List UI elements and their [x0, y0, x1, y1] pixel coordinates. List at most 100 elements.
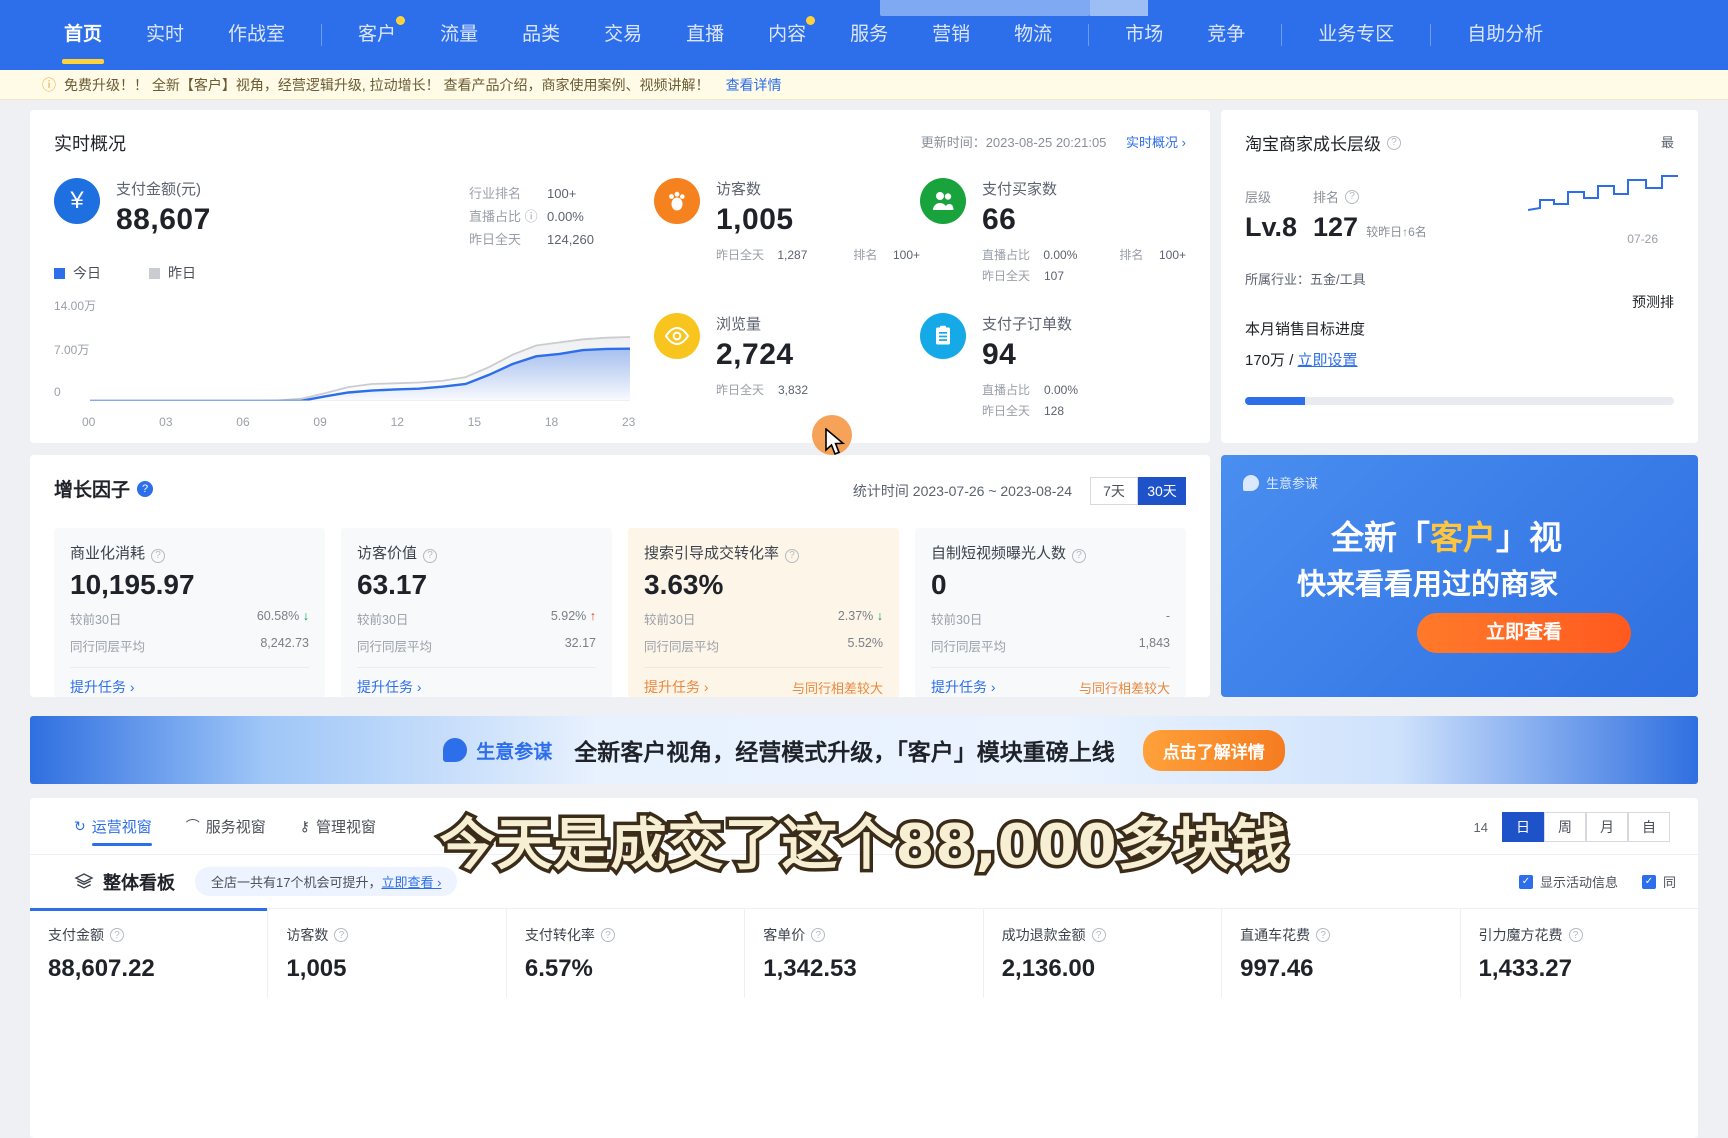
board-checkboxes: ✓ 显示活动信息 ✓ 同 [1495, 872, 1676, 891]
chart-svg [90, 336, 630, 401]
bottom-metric-value: 6.57% [524, 955, 593, 982]
time-segment-group[interactable]: 日周月自 [1502, 812, 1670, 842]
growth-range-segments[interactable]: 7天 30天 [1090, 477, 1186, 505]
question-icon[interactable]: ? [1568, 928, 1583, 942]
nav-item-6[interactable]: 品类 [500, 0, 582, 70]
time-segment-自[interactable]: 自 [1628, 812, 1670, 842]
nav-item-1[interactable]: 实时 [124, 0, 206, 70]
growth-task-link[interactable]: 提升任务 › [357, 677, 422, 697]
realtime-body: ¥ 支付金额(元) 88,607 行业排名 100+ 直播占比 ⓘ 0.00% 昨日全天… [54, 178, 1186, 448]
metric-value: 1,005 [716, 203, 794, 236]
nav-item-12[interactable]: 物流 [992, 0, 1074, 70]
growth-peer-label: 同行同层平均 [931, 640, 1007, 654]
question-icon[interactable]: ? [1072, 548, 1087, 563]
payment-stat-row: 行业排名 100+ [469, 182, 594, 205]
metric-sub-key: 昨日全天 [982, 269, 1031, 283]
metric-sub-key: 昨日全天 [716, 248, 765, 262]
bottom-metric-支付金额[interactable]: 支付金额? 88,607.22 [30, 908, 269, 998]
metric-quad: 访客数 1,005 昨日全天 1,287 排名 100+ 支付买家数 66 直播占比 0.00% 排… [654, 178, 1186, 448]
growth-segment-7天[interactable]: 7天 [1090, 477, 1138, 505]
wide-banner-button[interactable]: 点击了解详情 [1142, 729, 1285, 771]
nav-item-7[interactable]: 交易 [582, 0, 664, 70]
time-range-controls: 14 日周月自 [1474, 812, 1670, 842]
view-tab-服务视窗[interactable]: ⌒ 服务视窗 [186, 798, 266, 854]
question-icon[interactable]: ? [1316, 928, 1331, 942]
view-tab-运营视窗[interactable]: ↻ 运营视窗 [74, 798, 152, 854]
growth-task-link[interactable]: 提升任务 › [644, 677, 709, 697]
bottom-metric-客单价[interactable]: 客单价? 1,342.53 [745, 909, 984, 998]
notice-text: 免费升级！！ 全新【客户】视角，经营逻辑升级, 拉动增长！ 查看产品介绍，商家使… [64, 76, 710, 93]
time-segment-周[interactable]: 周 [1544, 812, 1586, 842]
question-icon[interactable]: ? [137, 480, 154, 497]
board-pill-link[interactable]: 立即查看 › [381, 875, 441, 890]
growth-peer-value: 8,242.73 [260, 636, 309, 650]
nav-item-11[interactable]: 营销 [910, 0, 992, 70]
nav-item-0[interactable]: 首页 [42, 0, 124, 70]
nav-item-8[interactable]: 直播 [664, 0, 746, 70]
x-tick-label: 23 [622, 415, 636, 429]
question-icon[interactable]: ? [334, 928, 349, 942]
question-icon[interactable]: ? [785, 548, 800, 563]
checkbox-icon[interactable]: ✓ [1518, 874, 1533, 889]
legend-today: 今日 [54, 263, 101, 283]
nav-item-15[interactable]: 竞争 [1185, 0, 1267, 70]
nav-item-9[interactable]: 内容 [746, 0, 828, 70]
growth-card-tag: 与同行相差较大 [791, 680, 883, 696]
checkbox-显示活动信息[interactable]: ✓ 显示活动信息 [1518, 872, 1618, 891]
level-goal-title: 本月销售目标进度 [1245, 321, 1366, 338]
level-goal-link[interactable]: 立即设置 [1298, 352, 1358, 369]
wide-promo-banner[interactable]: 生意参谋 全新客户视角，经营模式升级，「客户」模块重磅上线 点击了解详情 [30, 716, 1698, 784]
growth-peer-value: 5.52% [847, 636, 883, 650]
bottom-metric-访客数[interactable]: 访客数? 1,005 [268, 909, 507, 998]
promo-button[interactable]: 立即查看 [1417, 613, 1631, 653]
growth-compare-row: 较前30日 2.37% ↓ [644, 609, 883, 628]
question-icon[interactable]: ? [1345, 189, 1360, 204]
pen-icon [443, 738, 468, 762]
nav-item-19[interactable]: 自助分析 [1445, 0, 1565, 70]
question-icon[interactable]: ? [151, 548, 166, 563]
question-icon[interactable]: ? [600, 928, 615, 942]
nav-item-10[interactable]: 服务 [828, 0, 910, 70]
growth-segment-30天[interactable]: 30天 [1138, 477, 1186, 505]
growth-card-list: 商业化消耗? 10,195.97 较前30日 60.58% ↓ 同行同层平均 8,242.… [54, 528, 1186, 697]
realtime-meta: 更新时间：2023-08-25 20:21:05 实时概况 › [921, 132, 1186, 151]
notice-link[interactable]: 查看详情 [726, 75, 782, 95]
nav-item-5[interactable]: 流量 [418, 0, 500, 70]
metric-sub: 直播占比 0.00% 排名 100+ 昨日全天 107 [982, 245, 1186, 287]
checkbox-icon[interactable]: ✓ [1641, 874, 1656, 889]
question-icon[interactable]: ? [1387, 135, 1401, 150]
metric-sub-key: 直播占比 [982, 383, 1031, 397]
metric-cell-支付买家数[interactable]: 支付买家数 66 直播占比 0.00% 排名 100+ 昨日全天 107 [920, 178, 1186, 287]
time-segment-日[interactable]: 日 [1502, 812, 1544, 842]
view-tab-label: 管理视窗 [316, 818, 377, 836]
question-icon[interactable]: ? [110, 928, 124, 942]
bottom-metric-直通车花费[interactable]: 直通车花费? 997.46 [1222, 909, 1461, 998]
nav-item-2[interactable]: 作战室 [206, 0, 307, 70]
x-tick-label: 15 [467, 415, 482, 429]
view-tab-管理视窗[interactable]: ⚷ 管理视窗 [300, 798, 376, 854]
growth-task-link[interactable]: 提升任务 › [931, 677, 996, 697]
nav-item-4[interactable]: 客户 [336, 0, 418, 70]
question-icon[interactable]: ? [811, 928, 826, 942]
time-segment-月[interactable]: 月 [1586, 812, 1628, 842]
trend-down-icon: ↓ [299, 609, 309, 623]
level-rank-delta: 较昨日↑6名 [1366, 225, 1427, 239]
nav-item-17[interactable]: 业务专区 [1296, 0, 1416, 70]
nav-separator [1088, 24, 1090, 46]
promo-banner[interactable]: 生意参谋 全新「客户」视 快来看看用过的商家 立即查看 [1221, 455, 1698, 697]
question-icon[interactable]: ? [1091, 928, 1106, 942]
bottom-metric-成功退款金额[interactable]: 成功退款金额? 2,136.00 [984, 909, 1223, 998]
metric-cell-浏览量[interactable]: 浏览量 2,724 昨日全天 3,832 [654, 313, 920, 422]
nav-item-14[interactable]: 市场 [1103, 0, 1185, 70]
metric-cell-支付子订单数[interactable]: 支付子订单数 94 直播占比 0.00% 昨日全天 128 [920, 313, 1186, 422]
checkbox-同[interactable]: ✓ 同 [1641, 872, 1676, 891]
bottom-metric-引力魔方花费[interactable]: 引力魔方花费? 1,433.27 [1461, 909, 1698, 998]
realtime-link[interactable]: 实时概况 › [1126, 135, 1186, 150]
growth-peer-label: 同行同层平均 [70, 640, 146, 654]
metric-sub-key2: 排名 [853, 248, 878, 262]
metric-cell-访客数[interactable]: 访客数 1,005 昨日全天 1,287 排名 100+ [654, 178, 920, 287]
x-tick-label: 06 [236, 415, 250, 429]
question-icon[interactable]: ? [423, 548, 438, 563]
bottom-metric-支付转化率[interactable]: 支付转化率? 6.57% [507, 909, 746, 998]
growth-task-link[interactable]: 提升任务 › [70, 677, 135, 697]
